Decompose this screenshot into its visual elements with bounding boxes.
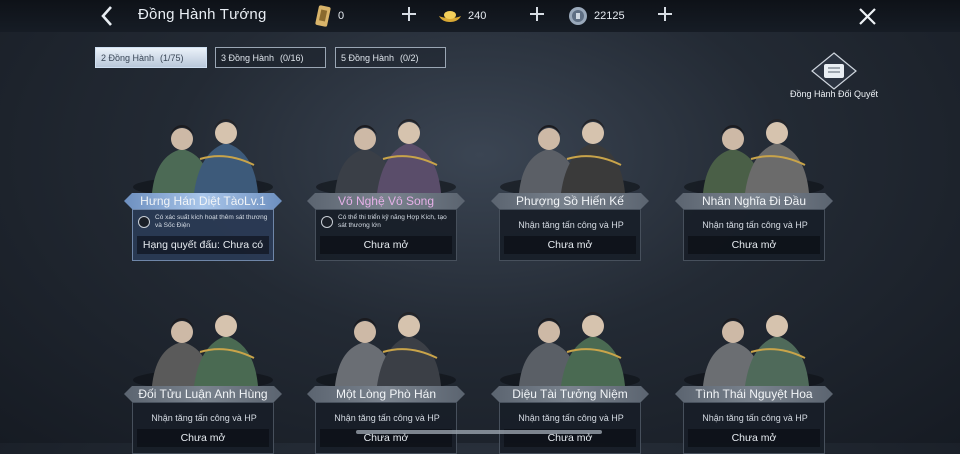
companion-card[interactable]: Đối Tửu Luận Anh Hùng Nhận tăng tấn công… [124, 308, 282, 454]
tab-label: 3 Đồng Hành [221, 52, 275, 63]
card-title-banner: Một Lòng Phò Hán [307, 385, 465, 403]
companion-card[interactable]: Phượng Sồ Hiến Kế Nhận tăng tấn công và … [491, 115, 649, 261]
card-title-banner: Hưng Hán Diệt TàoLv.1 [124, 192, 282, 210]
character-portrait [500, 312, 640, 386]
card-title-banner: Phượng Sồ Hiến Kế [491, 192, 649, 210]
bonus-description: Nhận tăng tấn công và HP [702, 413, 808, 423]
card-info-panel: Có thể thi triển kỹ năng Hợp Kích, tạo s… [315, 209, 457, 261]
companion-duel-button[interactable]: Đồng Hành Đối Quyết [784, 52, 884, 100]
card-name: Hưng Hán Diệt TàoLv.1 [140, 194, 266, 208]
card-status: Chưa mở [688, 429, 820, 447]
character-portrait [316, 119, 456, 193]
close-icon[interactable] [858, 7, 877, 26]
tab-2-companions[interactable]: 2 Đồng Hành (1/75) [95, 47, 207, 68]
add-token-button[interactable] [402, 7, 416, 21]
card-title-banner: Tình Thái Nguyệt Hoa [675, 385, 833, 403]
bonus-description: Nhận tăng tấn công và HP [151, 413, 257, 423]
token-resource: 0 [314, 4, 344, 28]
character-portrait [684, 312, 824, 386]
character-portrait [500, 119, 640, 193]
bonus-description: Nhận tăng tấn công và HP [702, 220, 808, 230]
companion-card[interactable]: Hưng Hán Diệt TàoLv.1 Có xác suất kích h… [124, 115, 282, 261]
token-icon [315, 5, 331, 27]
companion-card[interactable]: Một Lòng Phò Hán Nhận tăng tấn công và H… [307, 308, 465, 454]
character-portrait [133, 312, 273, 386]
tab-5-companions[interactable]: 5 Đồng Hành (0/2) [335, 47, 446, 68]
character-portrait [133, 119, 273, 193]
skill-description: Có xác suất kích hoạt thêm sát thương và… [155, 214, 268, 229]
bonus-description: Nhận tăng tấn công và HP [518, 220, 624, 230]
card-info-panel: Nhận tăng tấn công và HP Chưa mở [683, 402, 825, 454]
tab-label: 2 Đồng Hành [101, 52, 155, 63]
silver-coin-icon [569, 7, 587, 25]
card-status: Chưa mở [137, 429, 269, 447]
gold-resource: 240 [438, 4, 486, 28]
tab-count: (0/16) [280, 52, 304, 63]
tab-count: (0/2) [400, 52, 419, 63]
skill-description: Có thể thi triển kỹ năng Hợp Kích, tạo s… [338, 214, 447, 229]
companion-card[interactable]: Võ Nghệ Vô Song Có thể thi triển kỹ năng… [307, 115, 465, 261]
card-status: Chưa mở [320, 236, 452, 254]
card-name: Một Lòng Phò Hán [335, 387, 437, 401]
card-info-panel: Nhận tăng tấn công và HP Chưa mở [499, 209, 641, 261]
card-info-panel: Nhận tăng tấn công và HP Chưa mở [499, 402, 641, 454]
add-silver-button[interactable] [658, 7, 672, 21]
card-name: Võ Nghệ Vô Song [337, 194, 435, 208]
add-gold-button[interactable] [530, 7, 544, 21]
back-arrow-icon[interactable] [98, 3, 118, 29]
silver-value: 22125 [594, 10, 625, 22]
card-name: Diệu Tài Tưởng Niệm [512, 387, 628, 401]
tab-3-companions[interactable]: 3 Đồng Hành (0/16) [215, 47, 326, 68]
card-name: Tình Thái Nguyệt Hoa [695, 387, 813, 401]
card-info-panel: Có xác suất kích hoạt thêm sát thương và… [132, 209, 274, 261]
skill-icon [321, 216, 333, 228]
scroll-handle[interactable] [356, 430, 602, 434]
silver-resource: 22125 [568, 4, 625, 28]
companion-card[interactable]: Diệu Tài Tưởng Niệm Nhận tăng tấn công v… [491, 308, 649, 454]
tab-count: (1/75) [160, 52, 184, 63]
companion-card[interactable]: Nhân Nghĩa Đi Đầu Nhận tăng tấn công và … [675, 115, 833, 261]
card-status: Chưa mở [688, 236, 820, 254]
card-title-banner: Diệu Tài Tưởng Niệm [491, 385, 649, 403]
card-info-panel: Nhận tăng tấn công và HP Chưa mở [683, 209, 825, 261]
page-title: Đồng Hành Tướng [138, 6, 267, 23]
card-title-banner: Nhân Nghĩa Đi Đầu [675, 192, 833, 210]
card-info-panel: Nhận tăng tấn công và HP Chưa mở [315, 402, 457, 454]
gold-ingot-icon [439, 11, 461, 22]
card-name: Phượng Sồ Hiến Kế [516, 194, 624, 208]
tab-label: 5 Đồng Hành [341, 52, 395, 63]
card-title-banner: Võ Nghệ Vô Song [307, 192, 465, 210]
card-name: Đối Tửu Luận Anh Hùng [138, 387, 268, 401]
companion-card[interactable]: Tình Thái Nguyệt Hoa Nhận tăng tấn công … [675, 308, 833, 454]
duel-scroll-icon [811, 52, 857, 90]
card-title-banner: Đối Tửu Luận Anh Hùng [124, 385, 282, 403]
card-status: Chưa mở [504, 236, 636, 254]
character-portrait [316, 312, 456, 386]
token-value: 0 [338, 10, 345, 22]
gold-value: 240 [468, 10, 487, 22]
bonus-description: Nhận tăng tấn công và HP [518, 413, 624, 423]
duel-label: Đồng Hành Đối Quyết [789, 89, 879, 99]
skill-icon [138, 216, 150, 228]
top-bar: Đồng Hành Tướng 0 240 22125 [0, 0, 960, 32]
character-portrait [684, 119, 824, 193]
card-info-panel: Nhận tăng tấn công và HP Chưa mở [132, 402, 274, 454]
card-name: Nhân Nghĩa Đi Đầu [701, 194, 807, 208]
card-status: Hạng quyết đấu: Chưa có [137, 236, 269, 254]
bonus-description: Nhận tăng tấn công và HP [334, 413, 440, 423]
